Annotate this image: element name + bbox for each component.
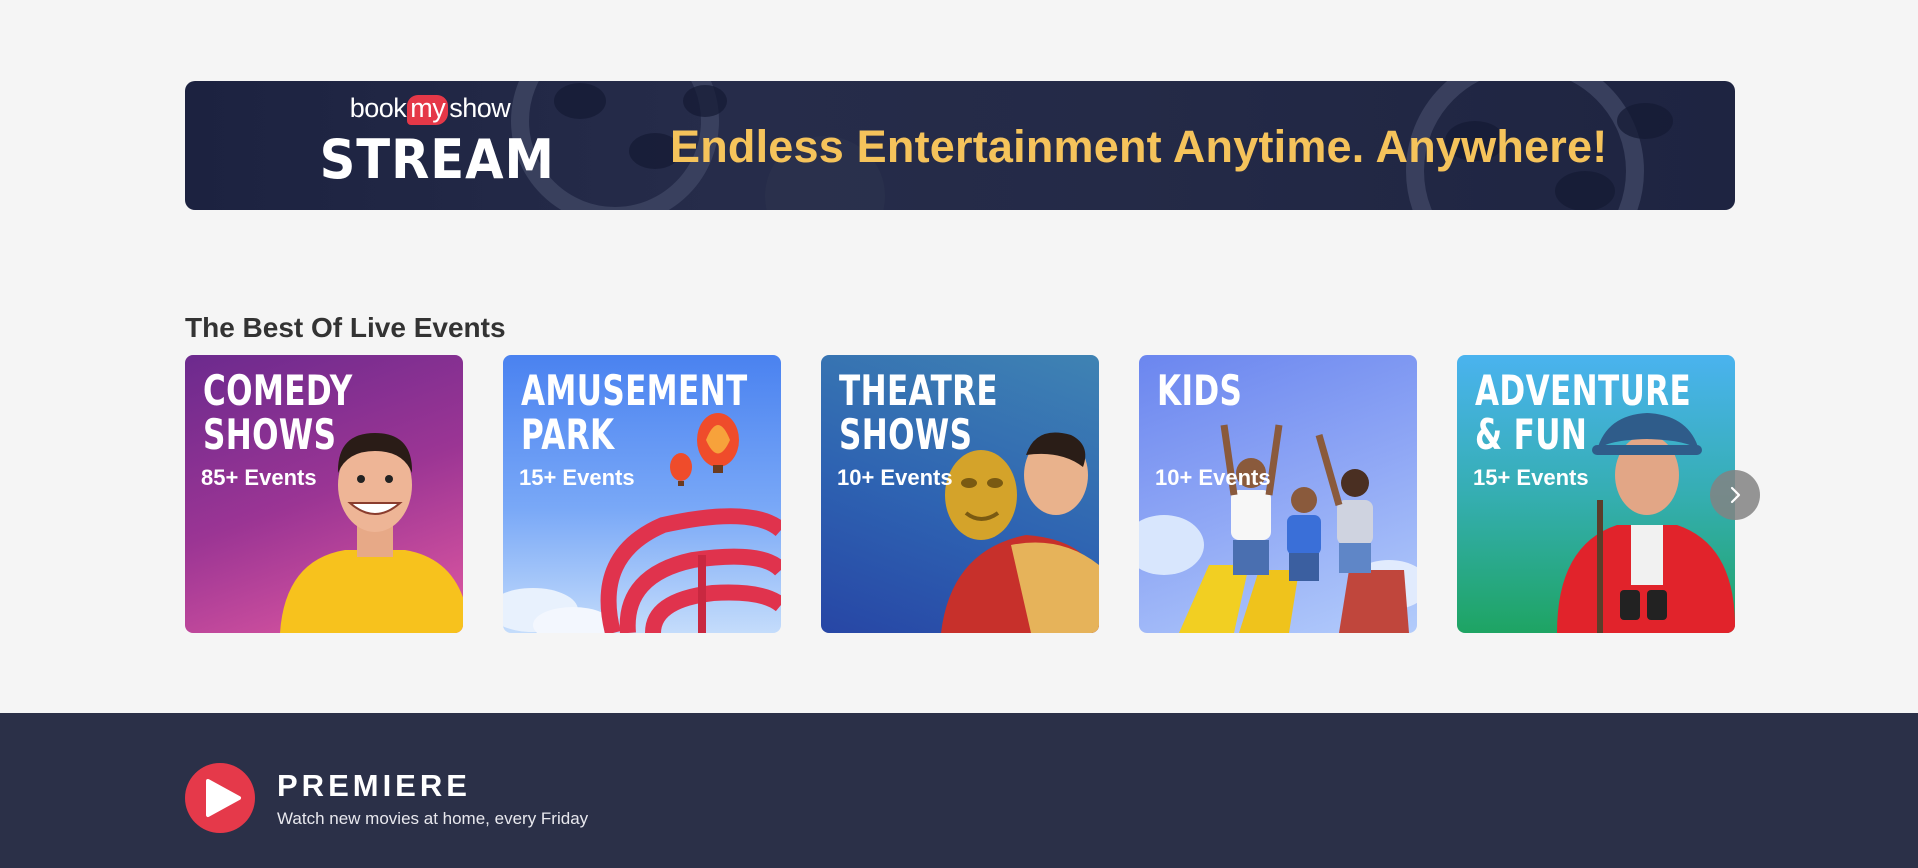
- section-title-live-events: The Best Of Live Events: [185, 312, 506, 343]
- theatre-mask-icon: [945, 450, 1017, 540]
- card-event-count: 15+ Events: [1473, 465, 1589, 490]
- card-event-count: 85+ Events: [201, 465, 317, 490]
- premiere-subtitle: Watch new movies at home, every Friday: [277, 809, 589, 828]
- brand-product: STREAM: [319, 128, 555, 191]
- card-event-count: 10+ Events: [1155, 465, 1271, 490]
- event-card-adventure-fun[interactable]: ADVENTURE & FUN 15+ Events: [1457, 355, 1735, 633]
- premiere-section[interactable]: PREMIERE Watch new movies at home, every…: [0, 713, 1918, 868]
- card-title-line1: ADVENTURE: [1475, 366, 1692, 415]
- brand-my: my: [407, 95, 449, 125]
- card-event-count: 10+ Events: [837, 465, 953, 490]
- card-title-line2: SHOWS: [839, 410, 973, 459]
- event-card-comedy-shows[interactable]: COMEDY SHOWS 85+ Events: [185, 355, 463, 633]
- card-title-line2: PARK: [521, 410, 615, 459]
- carousel-next-button[interactable]: [1710, 470, 1760, 520]
- chevron-right-icon: [1730, 486, 1741, 504]
- card-title-line2: & FUN: [1475, 410, 1588, 459]
- child-icon: [1220, 424, 1283, 575]
- card-event-count: 15+ Events: [519, 465, 635, 490]
- card-title: COMEDY SHOWS: [203, 369, 353, 457]
- play-icon: [185, 763, 255, 833]
- stream-banner[interactable]: book my show STREAM Endless Entertainment …: [185, 81, 1735, 210]
- bookmyshow-stream-logo: book my show STREAM: [310, 95, 555, 191]
- brand-suffix: show: [449, 93, 511, 123]
- card-title-line1: AMUSEMENT: [521, 366, 748, 415]
- brand-prefix: book: [349, 93, 407, 123]
- card-title: AMUSEMENT PARK: [521, 369, 748, 457]
- event-card-theatre-shows[interactable]: THEATRE SHOWS 10+ Events: [821, 355, 1099, 633]
- card-title: THEATRE SHOWS: [839, 369, 998, 457]
- card-title-line2: SHOWS: [203, 410, 337, 459]
- premiere-title: PREMIERE: [277, 768, 471, 803]
- event-card-kids[interactable]: KIDS 10+ Events: [1139, 355, 1417, 633]
- banner-tagline: Endless Entertainment Anytime. Anywhere!: [670, 121, 1608, 172]
- event-card-amusement-park[interactable]: AMUSEMENT PARK 15+ Events: [503, 355, 781, 633]
- brand-wordmark: book my show: [310, 95, 550, 125]
- card-title-line1: KIDS: [1157, 366, 1243, 415]
- card-title: KIDS: [1157, 369, 1242, 413]
- card-title: ADVENTURE & FUN: [1475, 369, 1691, 457]
- card-title-line1: COMEDY: [203, 366, 353, 415]
- card-title-line1: THEATRE: [839, 366, 999, 415]
